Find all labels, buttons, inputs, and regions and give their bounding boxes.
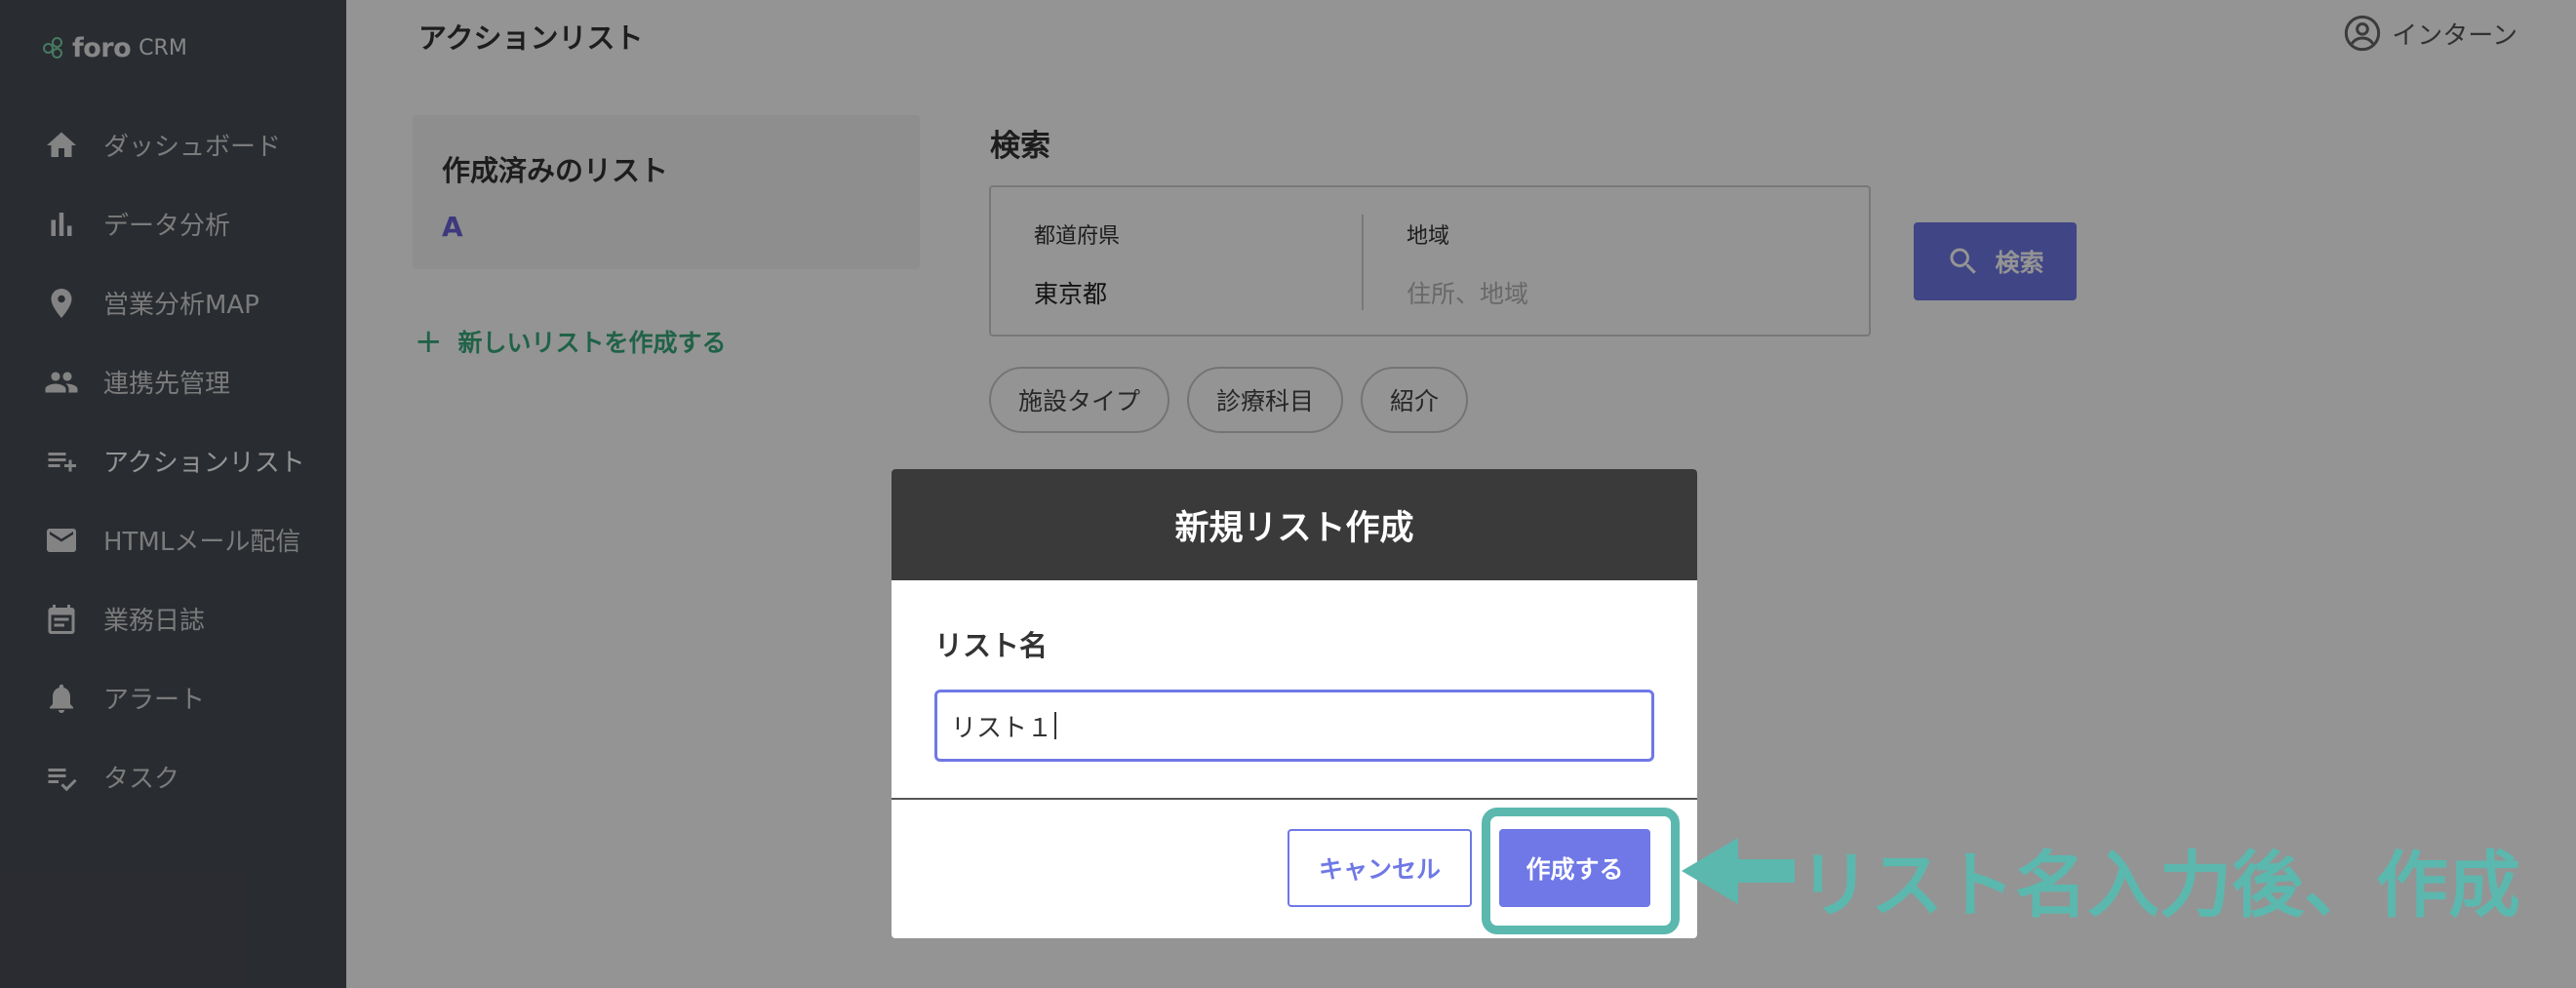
list-name-value: リスト１ <box>951 713 1053 743</box>
annotation-text: リスト名入力後、作成 <box>1799 844 2520 928</box>
arrow-left-icon <box>1682 838 1795 904</box>
list-name-input[interactable]: リスト１ <box>934 690 1654 762</box>
list-name-label: リスト名 <box>934 629 1049 662</box>
annotation-highlight <box>1482 808 1680 934</box>
dialog-title: 新規リスト作成 <box>892 469 1697 580</box>
text-caret <box>1054 712 1057 739</box>
cancel-button[interactable]: キャンセル <box>1288 829 1472 907</box>
dialog-body: リスト名 リスト１ <box>892 580 1697 800</box>
